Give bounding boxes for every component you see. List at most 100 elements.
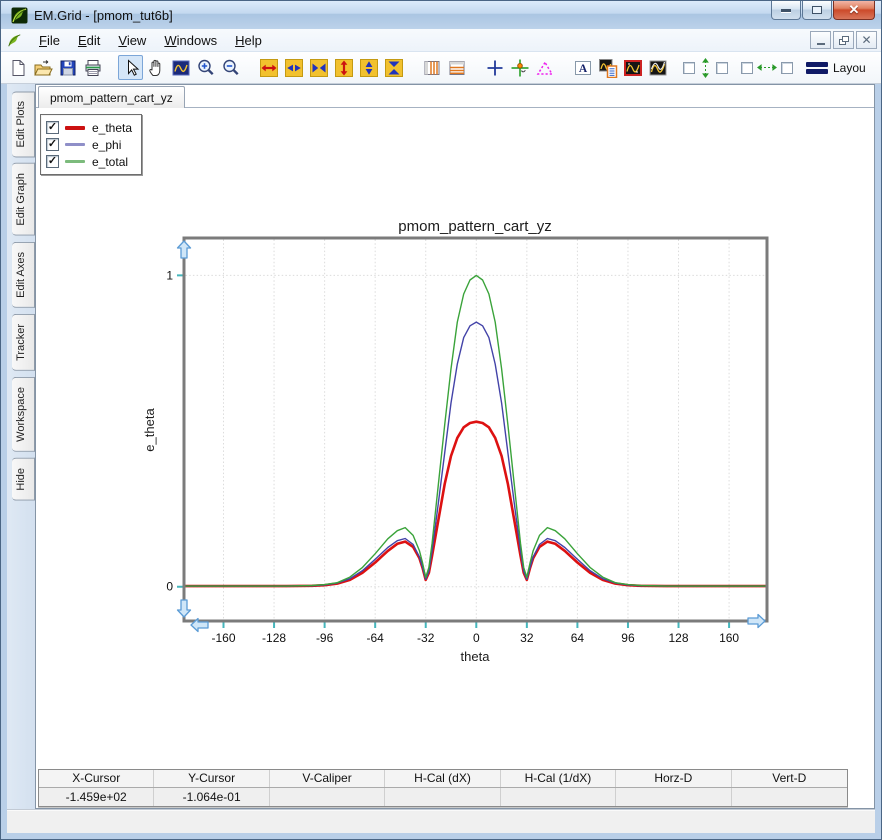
axis-handle-right-icon[interactable] [747,613,766,629]
mdi-close-icon: ✕ [861,33,872,47]
x-tick-label: 96 [621,631,635,645]
sync-vertical-button[interactable] [683,57,728,79]
minimize-icon [781,8,791,12]
menu-item-view[interactable]: View [109,31,155,50]
save-icon [60,60,75,75]
vertical-gridlines-button[interactable] [419,55,444,80]
sidebar-tab-tracker[interactable]: Tracker [12,313,35,371]
close-button[interactable]: ✕ [833,1,875,20]
menu-item-edit[interactable]: Edit [69,31,109,50]
axis-pan-handles[interactable] [176,240,766,633]
sidebar-tab-hide[interactable]: Hide [12,457,35,501]
graph-single-button[interactable] [620,55,645,80]
shrink-horizontal-button[interactable] [306,55,331,80]
legend-checkbox-e_phi[interactable]: ✓ [46,138,59,151]
sync-checkbox[interactable] [716,61,728,74]
mdi-close-button[interactable]: ✕ [856,31,877,49]
save-button[interactable] [55,55,80,80]
graph-properties-button[interactable] [595,55,620,80]
horizontal-gridlines-button[interactable] [444,55,469,80]
x-tick-label: 128 [669,631,689,645]
zoom-out-button[interactable] [218,55,243,80]
select-tool-button[interactable] [118,55,143,80]
x-tick-label: -96 [316,631,334,645]
stretch-vertical-button[interactable] [356,55,381,80]
legend-label: e_phi [92,137,122,152]
legend-checkbox-e_total[interactable]: ✓ [46,155,59,168]
document-area: pmom_pattern_cart_yz ✓ e_theta ✓ e_phi ✓ e_to… [35,84,875,809]
graph-overlay-button[interactable] [645,55,670,80]
expand-vertical-button[interactable] [331,55,356,80]
menu-item-windows[interactable]: Windows [155,31,226,50]
legend-checkbox-e_theta[interactable]: ✓ [46,121,59,134]
open-file-icon [33,59,53,75]
text-annotation-button[interactable]: A [570,55,595,80]
legend-row-e_total: ✓ e_total [46,153,132,170]
shrink-vertical-button[interactable] [381,55,406,80]
layout-button[interactable]: Layou [806,60,866,76]
sidebar-tab-edit-graph[interactable]: Edit Graph [12,163,35,237]
status-value-2 [269,788,386,806]
status-value-3 [385,788,501,806]
stretch-horizontal-button[interactable] [281,55,306,80]
close-icon: ✕ [848,2,860,17]
mdi-minimize-button[interactable] [810,31,831,49]
caliper-button[interactable] [532,55,557,80]
print-button[interactable] [80,55,105,80]
caliper-icon [536,60,553,75]
main-area: Edit Plots Edit Graph Edit Axes Tracker Work… [1,84,881,809]
pan-tool-button[interactable] [143,55,168,80]
minimize-button[interactable] [771,1,801,20]
x-tick-label: 160 [719,631,739,645]
mdi-restore-button[interactable] [833,31,854,49]
status-col-x-cursor: X-Cursor [39,770,155,787]
sync-checkbox[interactable] [781,61,793,74]
tracker-button[interactable] [507,55,532,80]
zoom-in-button[interactable] [193,55,218,80]
pan-tool-icon [148,59,160,76]
menu-bar: File Edit View Windows Help ✕ [1,29,881,52]
maximize-icon [812,6,822,14]
shrink-vertical-icon [384,58,403,77]
sync-horizontal-button[interactable] [741,60,793,75]
chart-gridlines [185,239,766,620]
chart-ticks: -160 -128 -96 -64 -32 0 32 64 96 128 160 0 1 [166,268,739,645]
sidebar-tab-workspace[interactable]: Workspace [12,376,35,452]
toolbar: A Layou [1,52,881,84]
layout-button-label: Layou [833,60,866,75]
text-annotation-icon: A [574,60,591,75]
x-tick-label: 0 [473,631,480,645]
sync-checkbox[interactable] [683,61,695,74]
plot-legend: ✓ e_theta ✓ e_phi ✓ e_total [40,114,143,175]
menu-item-help[interactable]: Help [226,31,271,50]
x-axis-label: theta [461,649,491,664]
crosshair-button[interactable] [482,55,507,80]
chart-title: pmom_pattern_cart_yz [398,218,551,235]
legend-row-e_phi: ✓ e_phi [46,136,132,153]
tab-pmom-pattern-cart-yz[interactable]: pmom_pattern_cart_yz [38,86,185,108]
y-axis-label: e_theta [142,408,157,452]
zoom-region-button[interactable] [168,55,193,80]
maximize-button[interactable] [802,1,832,20]
new-document-button[interactable] [5,55,30,80]
sidebar-tab-edit-plots[interactable]: Edit Plots [12,91,35,158]
axis-handle-up-icon[interactable] [176,240,192,259]
status-col-horz-d: Horz-D [616,770,732,787]
x-tick-label: 64 [571,631,585,645]
sidebar-tab-edit-axes[interactable]: Edit Axes [12,242,35,308]
open-file-button[interactable] [30,55,55,80]
legend-line-sample [65,160,85,163]
status-strip [7,809,875,833]
axis-handle-down-icon[interactable] [176,599,192,618]
status-col-h-cal-dx-: H-Cal (dX) [385,770,501,787]
expand-horizontal-button[interactable] [256,55,281,80]
menu-item-file[interactable]: File [30,31,69,50]
sync-checkbox[interactable] [741,61,753,74]
graph-properties-icon [598,58,617,78]
status-col-h-cal-1-dx-: H-Cal (1/dX) [501,770,617,787]
menu-items: File Edit View Windows Help [30,31,271,50]
legend-line-sample [65,143,85,146]
status-value-6 [731,788,847,806]
stretch-horizontal-icon [284,58,303,77]
horizontal-gridlines-icon [449,60,464,75]
